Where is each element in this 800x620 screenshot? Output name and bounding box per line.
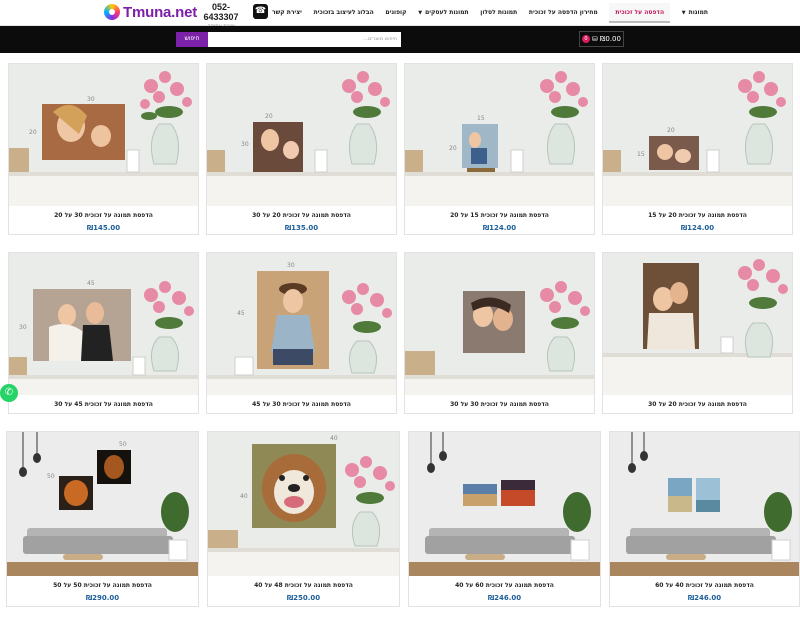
dim-label-side: 30 (19, 324, 27, 331)
product-card[interactable]: 15 20 הדפסת תמונה על זכוכית 15 על 20 ₪12… (404, 63, 595, 235)
product-title[interactable]: הדפסת תמונה על זכוכית 40 על 60 (610, 582, 799, 589)
dim-label-side: 20 (449, 145, 457, 152)
product-price: ₪124.00 (482, 224, 517, 232)
product-title[interactable]: הדפסת תמונה על זכוכית 30 על 30 (405, 401, 594, 408)
dim-label-top: 30 (287, 262, 295, 269)
product-price: ₪290.00 (85, 594, 120, 602)
product-image[interactable] (409, 432, 600, 576)
product-image[interactable] (405, 253, 594, 395)
dim-label-top: 40 (330, 435, 338, 442)
dim-label-top: 45 (87, 280, 95, 287)
product-title[interactable]: הדפסת תמונה על זכוכית 15 על 20 (405, 212, 594, 219)
dim-label-top: 20 (667, 127, 675, 134)
product-title[interactable]: הדפסת תמונה על זכוכית 60 על 40 (409, 582, 600, 589)
product-title[interactable]: הדפסת תמונה על זכוכית 20 על 30 (603, 401, 792, 408)
product-card[interactable]: 40 40 הדפסת תמונה על זכוכית 48 על 40 ₪25… (207, 431, 400, 607)
product-image[interactable]: 40 40 (208, 432, 399, 576)
dim-label-top: 30 (87, 96, 95, 103)
dim-label-side: 15 (637, 151, 645, 158)
product-image[interactable]: 50 50 (7, 432, 198, 576)
dim-label-side: 30 (241, 141, 249, 148)
product-image[interactable] (610, 432, 799, 576)
product-title[interactable]: הדפסת תמונה על זכוכית 30 על 45 (207, 401, 396, 408)
product-title[interactable]: הדפסת תמונה על זכוכית 20 על 30 (207, 212, 396, 219)
dim-label-side: 50 (47, 473, 55, 480)
dim-label-side: 45 (237, 310, 245, 317)
dim-label-side: 20 (29, 129, 37, 136)
product-image[interactable]: 15 20 (405, 64, 594, 206)
product-title[interactable]: הדפסת תמונה על זכוכית 20 על 15 (603, 212, 792, 219)
product-card[interactable]: 50 50 הדפסת תמונה על זכוכית 50 על 50 ₪29… (6, 431, 199, 607)
product-price: ₪250.00 (286, 594, 321, 602)
whatsapp-icon[interactable]: ✆ (0, 384, 18, 402)
product-grid: 30 20 הדפסת תמונה על זכוכית 30 על 20 ₪14… (0, 0, 800, 620)
product-image[interactable]: 30 45 (207, 253, 396, 395)
product-image[interactable]: 20 30 (207, 64, 396, 206)
product-image[interactable]: 20 15 (603, 64, 792, 206)
product-price: ₪246.00 (487, 594, 522, 602)
product-image[interactable]: 45 30 (9, 253, 198, 395)
product-card[interactable]: 30 20 הדפסת תמונה על זכוכית 30 על 20 ₪14… (8, 63, 199, 235)
product-card[interactable]: 20 30 הדפסת תמונה על זכוכית 20 על 30 ₪13… (206, 63, 397, 235)
product-price: ₪145.00 (86, 224, 121, 232)
product-title[interactable]: הדפסת תמונה על זכוכית 48 על 40 (208, 582, 399, 589)
product-title[interactable]: הדפסת תמונה על זכוכית 30 על 20 (9, 212, 198, 219)
product-price: ₪135.00 (284, 224, 319, 232)
product-price: ₪246.00 (687, 594, 722, 602)
product-card[interactable]: הדפסת תמונה על זכוכית 30 על 30 (404, 252, 595, 414)
product-image[interactable]: 30 20 (9, 64, 198, 206)
product-card[interactable]: 30 45 הדפסת תמונה על זכוכית 30 על 45 (206, 252, 397, 414)
product-title[interactable]: הדפסת תמונה על זכוכית 45 על 30 (9, 401, 198, 408)
product-card[interactable]: הדפסת תמונה על זכוכית 60 על 40 ₪246.00 (408, 431, 601, 607)
svg-text:20: 20 (29, 129, 37, 136)
product-title[interactable]: הדפסת תמונה על זכוכית 50 על 50 (7, 582, 198, 589)
dim-label-side: 40 (240, 493, 248, 500)
product-price: ₪124.00 (680, 224, 715, 232)
dim-label-top: 20 (265, 113, 273, 120)
product-card[interactable]: הדפסת תמונה על זכוכית 40 על 60 ₪246.00 (609, 431, 800, 607)
product-image[interactable] (603, 253, 792, 395)
dim-label-top: 15 (477, 115, 485, 122)
product-card[interactable]: 20 15 הדפסת תמונה על זכוכית 20 על 15 ₪12… (602, 63, 793, 235)
dim-label-top: 50 (119, 441, 127, 448)
product-card[interactable]: 45 30 הדפסת תמונה על זכוכית 45 על 30 (8, 252, 199, 414)
svg-text:30: 30 (87, 96, 95, 103)
product-card[interactable]: הדפסת תמונה על זכוכית 20 על 30 (602, 252, 793, 414)
